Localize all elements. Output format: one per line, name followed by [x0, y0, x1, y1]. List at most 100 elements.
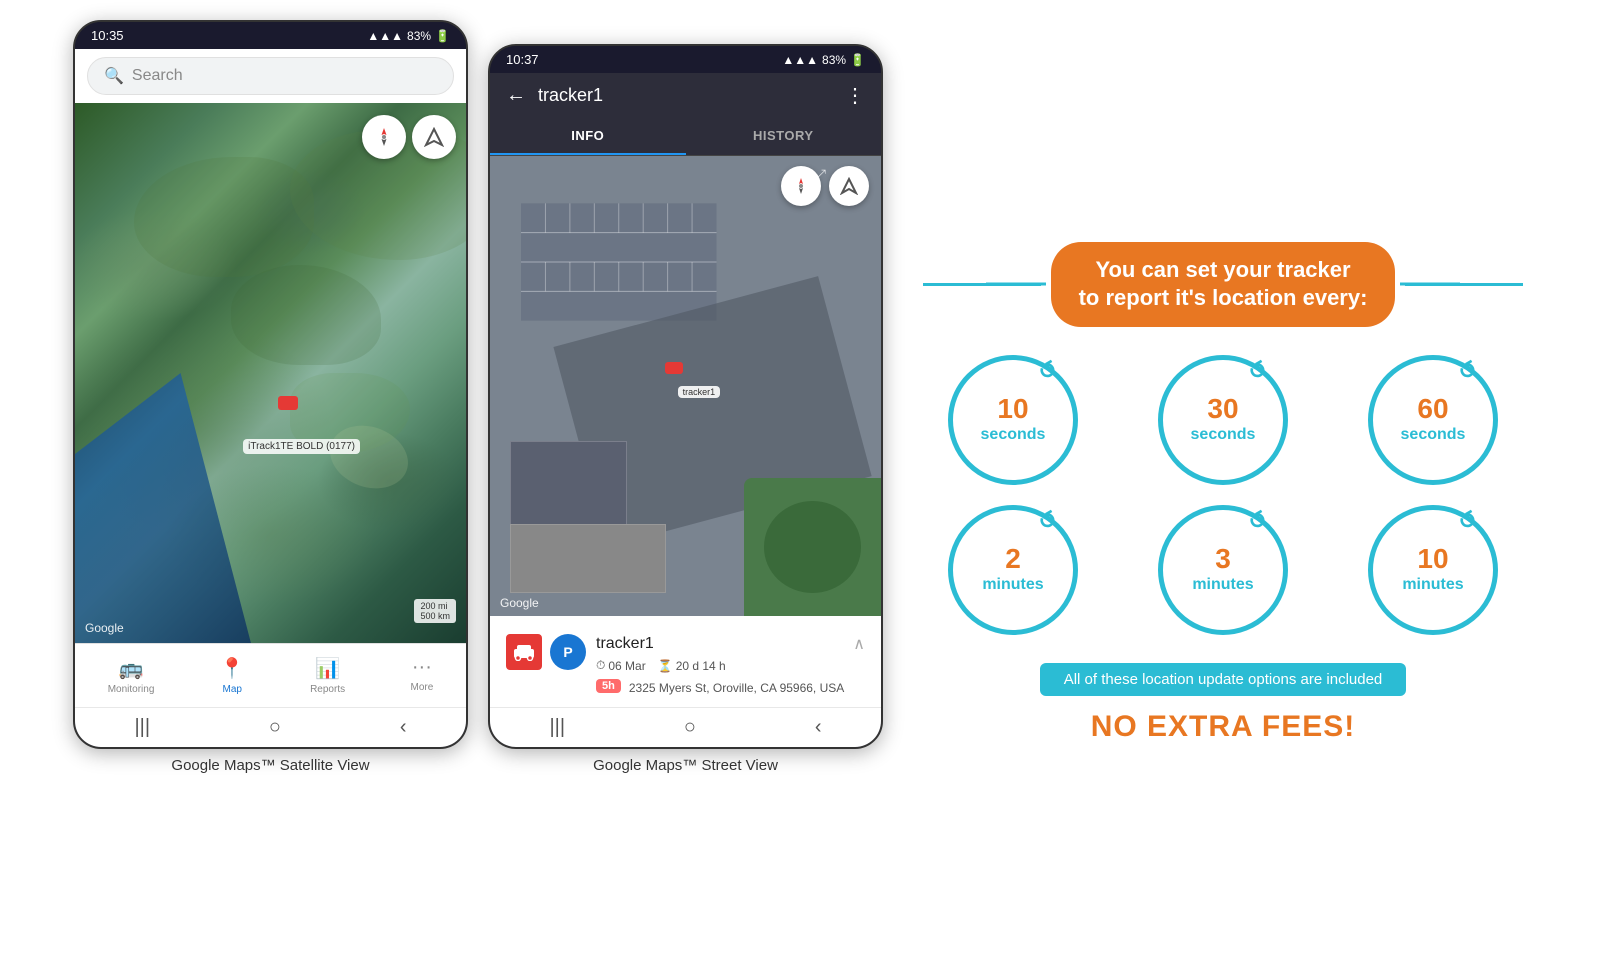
terrain-1 [134, 157, 314, 277]
nav-more-label: More [410, 682, 433, 693]
water-area [75, 373, 251, 643]
nav-more[interactable]: ··· More [402, 652, 441, 699]
navigate-icon [424, 127, 444, 147]
google-watermark-satellite: Google [85, 621, 124, 635]
google-watermark-street: Google [500, 596, 539, 610]
meta-duration: ⏳ 20 d 14 h [658, 658, 726, 673]
signal-icon-phone2: ▲▲▲ [782, 53, 818, 67]
car-icon [512, 643, 536, 661]
circle-unit-60sec: seconds [1401, 425, 1466, 444]
expand-button[interactable]: ⤢ [815, 166, 826, 183]
trees-blob [764, 501, 862, 593]
street-navigate-button[interactable] [829, 166, 869, 206]
gesture-back-2[interactable]: ‹ [815, 716, 822, 739]
time-circle-10min: ↺ 10 minutes [1368, 505, 1498, 635]
status-bar-phone1: 10:35 ▲▲▲ 83%🔋 [75, 22, 466, 49]
panel-expand-icon[interactable]: ∧ [853, 634, 865, 654]
circle-10min: ↺ 10 minutes [1368, 505, 1498, 635]
tab-info[interactable]: INFO [490, 118, 686, 155]
tracker-date: 06 Mar [608, 659, 645, 673]
car-thumbnail [506, 634, 542, 670]
street-compass-icon [791, 176, 811, 196]
tracker-title: tracker1 [538, 85, 833, 106]
status-time-phone1: 10:35 [91, 28, 124, 43]
search-bar-phone1: 🔍 Search [75, 49, 466, 103]
time-badge: 5h [596, 679, 621, 693]
time-circle-3min: ↺ 3 minutes [1158, 505, 1288, 635]
arrow-3min: ↺ [1243, 505, 1272, 537]
time-circle-2min: ↺ 2 minutes [948, 505, 1078, 635]
gesture-circle[interactable]: ○ [269, 716, 281, 739]
circle-unit-10min: minutes [1402, 575, 1463, 594]
info-banner: You can set your trackerto report it's l… [1051, 242, 1396, 327]
car-marker-street [665, 362, 683, 374]
circle-unit-10sec: seconds [981, 425, 1046, 444]
timer-icon: ⏳ [658, 659, 673, 673]
meta-date: ⏱ 06 Mar [596, 658, 646, 673]
circle-number-10sec: 10 [997, 395, 1028, 423]
caption-street: Google Maps™ Street View [593, 757, 778, 774]
time-circle-60sec: ↺ 60 seconds [1368, 355, 1498, 485]
tracker-name: tracker1 [596, 635, 654, 653]
battery-phone1: 83% [407, 29, 431, 43]
gesture-bar-phone1: ||| ○ ‹ [75, 707, 466, 747]
more-menu-button[interactable]: ⋮ [845, 83, 865, 108]
battery-phone2: 83% [822, 53, 846, 67]
navigate-button[interactable] [412, 115, 456, 159]
circle-number-60sec: 60 [1417, 395, 1448, 423]
tracker-label-satellite: iTrack1TE BOLD (0177) [243, 439, 360, 454]
map-street[interactable]: // Will render via JS below [490, 156, 881, 616]
no-fees-banner-text: All of these location update options are… [1064, 671, 1383, 688]
tracker-duration: 20 d 14 h [676, 659, 726, 673]
arrow-30sec: ↺ [1243, 355, 1272, 387]
gesture-back[interactable]: ‹ [400, 716, 407, 739]
tracker-avatar: P [550, 634, 586, 670]
reports-icon: 📊 [315, 656, 340, 681]
gesture-lines-2[interactable]: ||| [549, 716, 565, 739]
gesture-bar-phone2: ||| ○ ‹ [490, 707, 881, 747]
scale-bar: 200 mi 500 km [414, 599, 456, 623]
nav-reports[interactable]: 📊 Reports [302, 652, 353, 699]
circle-10sec: ↺ 10 seconds [948, 355, 1078, 485]
tracker-info-panel: P tracker1 ∧ ⏱ 06 Mar [490, 616, 881, 707]
map-satellite[interactable]: iTrack1TE BOLD (0177) Google 200 mi 500 … [75, 103, 466, 643]
nav-reports-label: Reports [310, 684, 345, 695]
monitoring-icon: 🚌 [119, 656, 144, 681]
circle-number-3min: 3 [1215, 545, 1231, 573]
car-icon-satellite [278, 396, 298, 410]
status-bar-phone2: 10:37 ▲▲▲ 83%🔋 [490, 46, 881, 73]
arrow-10min: ↺ [1453, 505, 1482, 537]
tracker-label-street: tracker1 [678, 386, 721, 398]
nav-monitoring-label: Monitoring [108, 684, 155, 695]
time-circle-10sec: ↺ 10 seconds [948, 355, 1078, 485]
street-navigate-icon [840, 177, 858, 195]
map-icon: 📍 [220, 656, 245, 681]
bottom-nav-phone1: 🚌 Monitoring 📍 Map 📊 Reports ··· More [75, 643, 466, 707]
time-circle-30sec: ↺ 30 seconds [1158, 355, 1288, 485]
circle-unit-30sec: seconds [1191, 425, 1256, 444]
tab-info-label: INFO [571, 128, 604, 143]
circle-number-10min: 10 [1417, 545, 1448, 573]
search-input-box[interactable]: 🔍 Search [87, 57, 454, 95]
arrow-2min: ↺ [1033, 505, 1062, 537]
gesture-lines[interactable]: ||| [134, 716, 150, 739]
tab-history[interactable]: HISTORY [686, 118, 882, 155]
nav-map[interactable]: 📍 Map [212, 652, 253, 699]
status-right-phone1: ▲▲▲ 83%🔋 [367, 29, 450, 43]
tracker-address: 2325 Myers St, Oroville, CA 95966, USA [629, 681, 844, 695]
gesture-circle-2[interactable]: ○ [684, 716, 696, 739]
circle-number-30sec: 30 [1207, 395, 1238, 423]
phone-street: 10:37 ▲▲▲ 83%🔋 ← tracker1 ⋮ INFO [488, 44, 883, 749]
building-1 [510, 441, 627, 533]
infographic-panel: You can set your trackerto report it's l… [903, 212, 1543, 774]
tracker-meta: ⏱ 06 Mar ⏳ 20 d 14 h [596, 658, 865, 673]
nav-monitoring[interactable]: 🚌 Monitoring [100, 652, 163, 699]
nav-map-label: Map [223, 684, 242, 695]
compass-button[interactable] [362, 115, 406, 159]
circle-2min: ↺ 2 minutes [948, 505, 1078, 635]
back-button[interactable]: ← [506, 84, 526, 107]
status-time-phone2: 10:37 [506, 52, 539, 67]
banner-text: You can set your trackerto report it's l… [1079, 256, 1368, 313]
circle-unit-3min: minutes [1192, 575, 1253, 594]
circle-3min: ↺ 3 minutes [1158, 505, 1288, 635]
